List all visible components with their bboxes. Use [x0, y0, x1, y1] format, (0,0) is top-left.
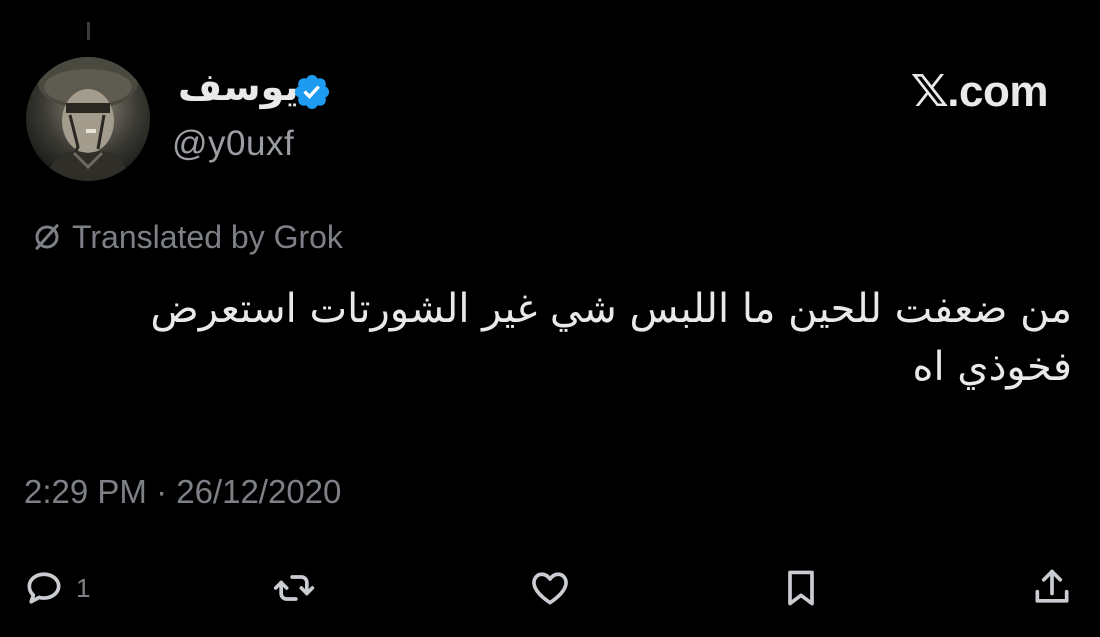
x-logo-icon: 𝕏 — [910, 67, 949, 116]
display-name[interactable]: يوسف — [178, 66, 299, 110]
bookmark-button[interactable] — [779, 564, 823, 612]
heart-icon — [532, 572, 568, 605]
avatar[interactable] — [26, 57, 150, 181]
brand-logo: 𝕏.com — [910, 66, 1049, 118]
verified-badge-icon — [294, 74, 330, 110]
share-button[interactable] — [1030, 564, 1074, 612]
share-icon — [1035, 569, 1069, 603]
brand-label: .com — [947, 67, 1048, 116]
translation-notice[interactable]: Translated by Grok — [32, 215, 343, 259]
reply-count: 1 — [76, 572, 91, 603]
grok-icon — [35, 224, 59, 250]
reply-icon — [27, 572, 61, 604]
bookmark-icon — [788, 570, 814, 606]
action-bar: 1 — [0, 560, 1100, 616]
user-handle[interactable]: @y0uxf — [172, 122, 294, 166]
tweet-text: من ضعفت للحين ما اللبس شي غير الشورتات ا… — [150, 286, 1072, 390]
tweet-timestamp[interactable]: 2:29 PM · 26/12/2020 — [24, 470, 341, 514]
avatar-image — [38, 57, 138, 181]
retweet-button[interactable] — [272, 564, 316, 612]
reply-button[interactable]: 1 — [22, 564, 90, 612]
translation-label: Translated by Grok — [72, 218, 343, 255]
top-edge-mark — [87, 22, 90, 40]
like-button[interactable] — [528, 564, 572, 612]
retweet-icon — [273, 575, 315, 601]
